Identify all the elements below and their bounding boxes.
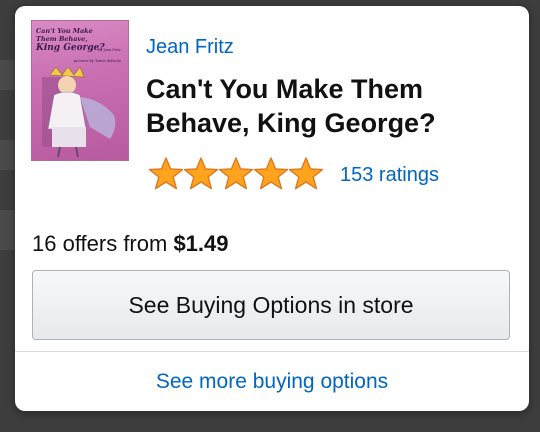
offers-summary: 16 offers from $1.49 [32,231,229,257]
star-icon [253,157,289,190]
cover-illustration [42,67,116,157]
cover-author-text: by Jean Fritz [98,48,121,52]
cover-title-text: Can't You Make Them Behave, [36,27,93,43]
cover-subtitle-text: King George? [36,43,105,53]
cover-illustrator-text: pictures by Tomie dePaola [74,59,121,63]
see-more-buying-options-link[interactable]: See more buying options [15,370,529,394]
author-link[interactable]: Jean Fritz [146,36,234,59]
star-icon [183,157,219,190]
star-rating[interactable] [148,156,324,192]
background-fragment [0,210,15,250]
buying-options-popover: Can't You Make Them Behave, King George?… [15,6,529,411]
star-icon [148,157,184,190]
ratings-count-link[interactable]: 153 ratings [340,164,439,187]
product-title[interactable]: Can't You Make Them Behave, King George? [146,72,516,140]
offers-price: $1.49 [173,231,229,256]
offers-prefix: 16 offers from [32,231,174,256]
book-cover-image[interactable]: Can't You Make Them Behave, King George?… [31,20,129,161]
background-fragment [0,60,15,90]
background-fragment [0,140,15,170]
star-icon [288,157,324,190]
see-buying-options-button[interactable]: See Buying Options in store [32,270,510,340]
divider [15,351,529,352]
star-icon [218,157,254,190]
